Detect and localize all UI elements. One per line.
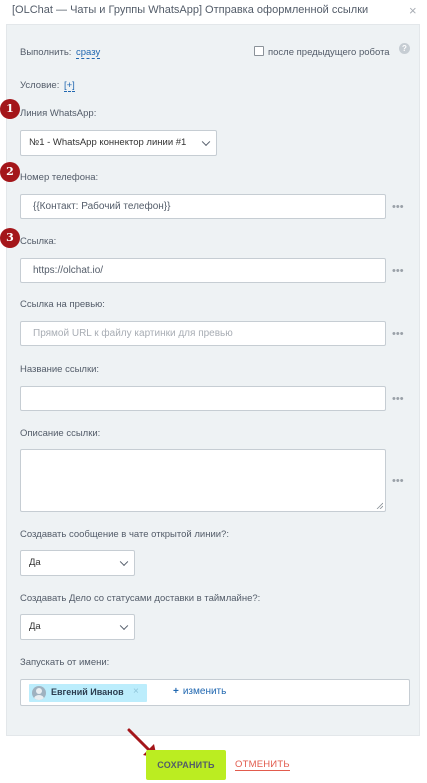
link-description-textarea[interactable] bbox=[20, 449, 386, 512]
create-message-select[interactable]: Да bbox=[20, 550, 135, 576]
phone-more-icon[interactable]: ••• bbox=[392, 202, 404, 213]
create-task-selected: Да bbox=[29, 621, 41, 632]
create-task-select[interactable]: Да bbox=[20, 614, 135, 640]
link-label: Ссылка: bbox=[20, 236, 57, 247]
step-marker-3: 3 bbox=[0, 228, 20, 248]
whatsapp-line-label: Линия WhatsApp: bbox=[20, 108, 97, 119]
user-tag: Евгений Иванов × bbox=[29, 684, 147, 702]
change-user-link[interactable]: + изменить bbox=[173, 686, 226, 697]
save-button[interactable]: СОХРАНИТЬ bbox=[146, 750, 226, 780]
step-marker-2: 2 bbox=[0, 162, 20, 182]
run-as-label: Запускать от имени: bbox=[20, 657, 110, 668]
preview-link-more-icon[interactable]: ••• bbox=[392, 329, 404, 340]
execute-mode-link[interactable]: сразу bbox=[76, 47, 101, 59]
change-user-label: изменить bbox=[182, 686, 227, 697]
link-description-more-icon[interactable]: ••• bbox=[392, 476, 404, 487]
link-name-more-icon[interactable]: ••• bbox=[392, 394, 404, 405]
preview-link-label: Ссылка на превью: bbox=[20, 299, 105, 310]
chevron-down-icon bbox=[201, 137, 211, 147]
avatar-icon bbox=[32, 686, 46, 700]
whatsapp-line-select[interactable]: №1 - WhatsApp коннектор линии #1 bbox=[20, 130, 217, 156]
remove-user-icon[interactable]: × bbox=[133, 686, 139, 697]
link-more-icon[interactable]: ••• bbox=[392, 266, 404, 277]
help-icon[interactable]: ? bbox=[399, 43, 410, 54]
chevron-down-icon bbox=[119, 557, 129, 567]
whatsapp-line-selected: №1 - WhatsApp коннектор линии #1 bbox=[29, 137, 187, 148]
resize-handle-icon[interactable] bbox=[376, 502, 383, 509]
user-name: Евгений Иванов bbox=[51, 687, 124, 697]
condition-label: Условие: bbox=[20, 80, 60, 91]
plus-icon: + bbox=[173, 686, 179, 697]
create-task-label: Создавать Дело со статусами доставки в т… bbox=[20, 593, 261, 604]
add-condition-link[interactable]: [+] bbox=[64, 80, 75, 92]
after-previous-robot-label: после предыдущего робота bbox=[268, 47, 390, 58]
phone-input[interactable]: {{Контакт: Рабочий телефон}} bbox=[20, 194, 386, 219]
link-input[interactable]: https://olchat.io/ bbox=[20, 258, 386, 283]
create-message-selected: Да bbox=[29, 557, 41, 568]
run-as-user-selector: Евгений Иванов × + изменить bbox=[20, 679, 410, 706]
step-marker-1: 1 bbox=[0, 99, 20, 119]
chevron-down-icon bbox=[119, 621, 129, 631]
preview-link-input[interactable]: Прямой URL к файлу картинки для превью bbox=[20, 321, 386, 346]
link-name-label: Название ссылки: bbox=[20, 364, 100, 375]
close-icon[interactable]: × bbox=[409, 4, 417, 18]
after-previous-robot-checkbox[interactable] bbox=[254, 46, 264, 56]
cancel-button[interactable]: ОТМЕНИТЬ bbox=[235, 760, 290, 771]
phone-label: Номер телефона: bbox=[20, 172, 99, 183]
execute-label: Выполнить: bbox=[20, 47, 72, 58]
link-description-label: Описание ссылки: bbox=[20, 428, 101, 439]
create-message-label: Создавать сообщение в чате открытой лини… bbox=[20, 529, 229, 540]
dialog-title: [OLChat — Чаты и Группы WhatsApp] Отправ… bbox=[12, 4, 369, 16]
link-name-input[interactable] bbox=[20, 386, 386, 411]
